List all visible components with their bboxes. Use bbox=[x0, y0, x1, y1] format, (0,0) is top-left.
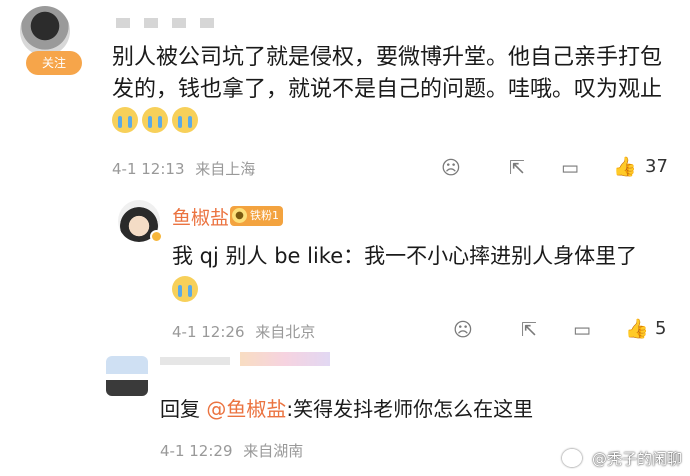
comment-icon[interactable]: ▭ bbox=[573, 319, 591, 341]
share-icon[interactable]: ⇱ bbox=[521, 319, 537, 341]
comment-icon[interactable]: ▭ bbox=[561, 157, 579, 179]
reply-text: 我 qj 别人 be like：我一不小心摔进别人身体里了 bbox=[172, 240, 672, 306]
masked-username bbox=[116, 18, 256, 28]
weibo-logo-icon bbox=[562, 449, 582, 467]
comment-text: 别人被公司坑了就是侵权，要微博升堂。他自己亲手打包发的，钱也拿了，就说不是自己的… bbox=[112, 42, 672, 138]
fan-badge: ● 铁粉1 bbox=[230, 206, 283, 226]
crying-emoji bbox=[172, 107, 198, 133]
crying-emoji bbox=[172, 276, 198, 302]
location: 来自上海 bbox=[195, 160, 256, 178]
follow-button[interactable]: 关注 bbox=[26, 51, 82, 75]
mention-link[interactable]: @鱼椒盐 bbox=[206, 397, 286, 421]
crying-emoji bbox=[142, 107, 168, 133]
like-count: 5 bbox=[655, 318, 667, 339]
location: 来自湖南 bbox=[243, 442, 304, 460]
timestamp: 4-1 12:26 bbox=[172, 323, 245, 341]
like-count: 37 bbox=[645, 156, 668, 177]
bee-icon: ● bbox=[232, 208, 247, 223]
thumb-up-icon[interactable]: 👍 bbox=[625, 318, 649, 340]
crying-emoji bbox=[112, 107, 138, 133]
avatar[interactable] bbox=[20, 6, 70, 56]
reply-meta: 4-1 12:26 来自北京 bbox=[172, 321, 315, 342]
verified-icon bbox=[150, 230, 163, 243]
watermark: @秃子的闲聊 bbox=[591, 450, 682, 468]
sad-face-icon[interactable]: ☹ bbox=[453, 319, 473, 341]
comment-meta: 4-1 12:13 来自上海 bbox=[112, 158, 255, 179]
avatar[interactable] bbox=[106, 356, 148, 396]
reply-meta: 4-1 12:29 来自湖南 bbox=[160, 440, 303, 461]
masked-username bbox=[240, 352, 330, 366]
share-icon[interactable]: ⇱ bbox=[509, 157, 525, 179]
timestamp: 4-1 12:13 bbox=[112, 160, 185, 178]
masked-username bbox=[160, 357, 230, 365]
reply-text: 回复 @鱼椒盐:笑得发抖老师你怎么在这里 bbox=[160, 397, 534, 421]
username[interactable]: 鱼椒盐 bbox=[172, 203, 229, 230]
location: 来自北京 bbox=[255, 323, 316, 341]
thumb-up-icon[interactable]: 👍 bbox=[613, 156, 637, 178]
timestamp: 4-1 12:29 bbox=[160, 442, 233, 460]
sad-face-icon[interactable]: ☹ bbox=[441, 157, 461, 179]
